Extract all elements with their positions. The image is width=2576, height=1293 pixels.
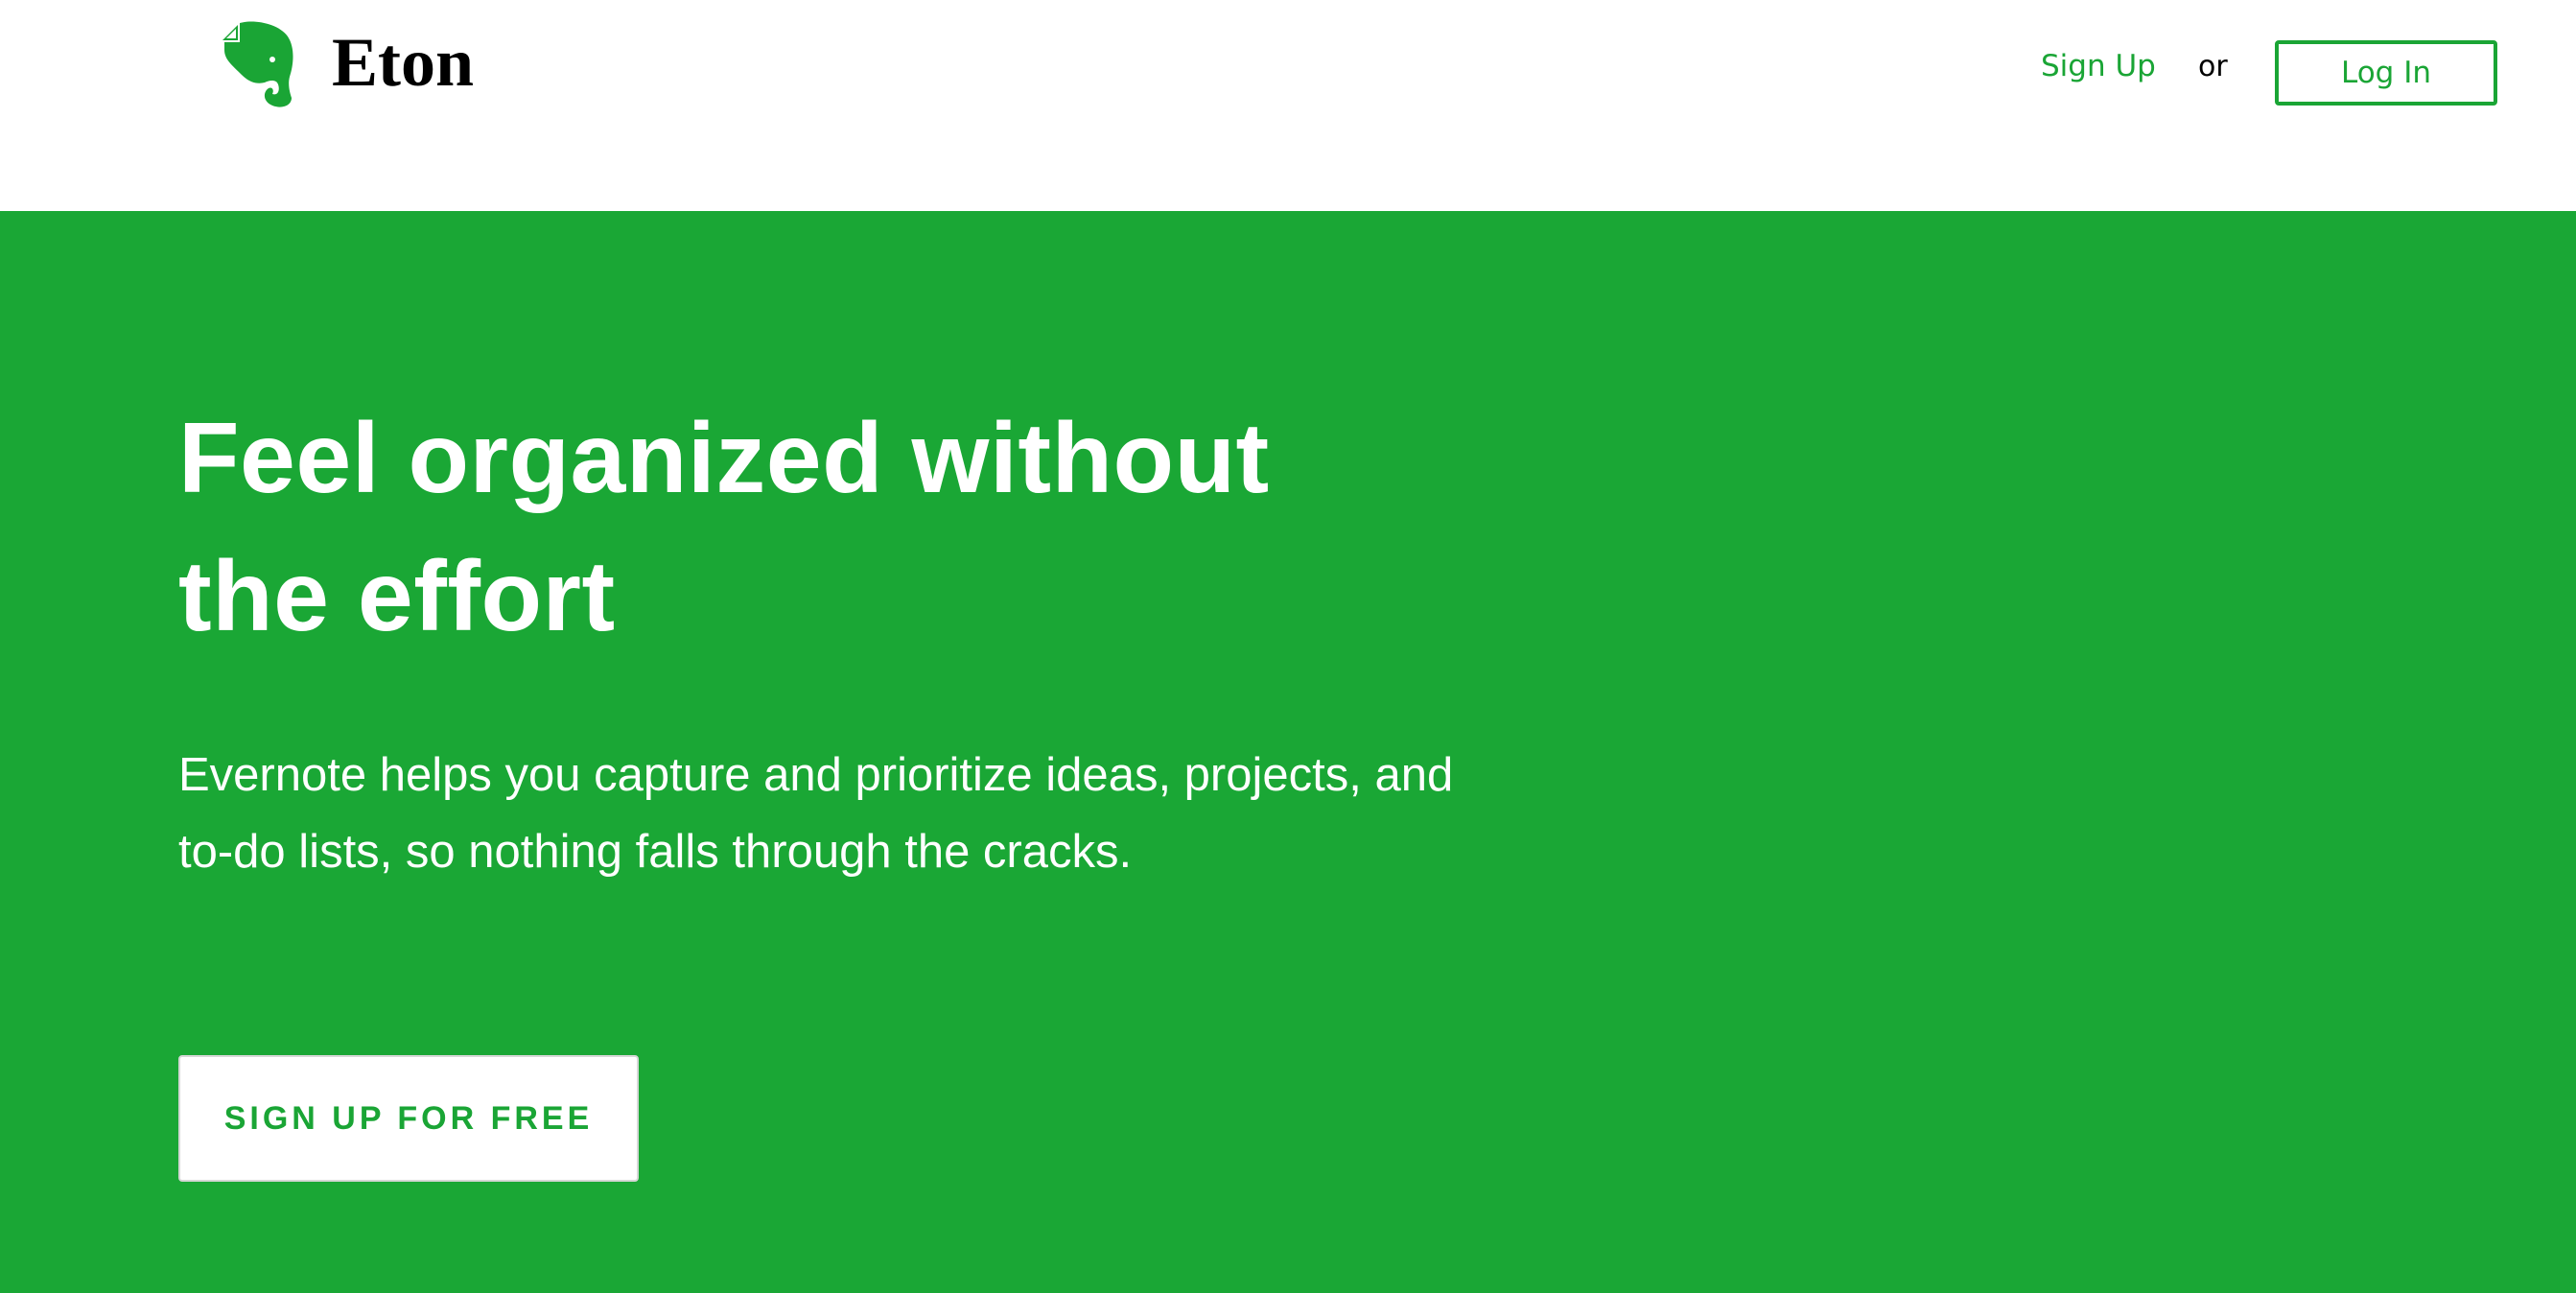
hero-subtitle-line-1: Evernote helps you capture and prioritiz… — [178, 749, 1454, 801]
site-header: Eton Sign Up or Log In — [0, 0, 2576, 211]
hero-subtitle-line-2: to-do lists, so nothing falls through th… — [178, 826, 1133, 878]
hero-title-line-1: Feel organized without — [178, 403, 1270, 514]
hero-section: Feel organized without the effort Everno… — [0, 211, 2576, 1293]
signup-free-button[interactable]: SIGN UP FOR FREE — [178, 1055, 639, 1182]
or-separator: or — [2198, 50, 2228, 83]
logo-link[interactable]: Eton — [221, 21, 474, 109]
hero-title: Feel organized without the effort — [178, 389, 1425, 666]
hero-subtitle: Evernote helps you capture and prioritiz… — [178, 737, 1521, 890]
logo-text: Eton — [332, 24, 475, 101]
elephant-icon — [222, 21, 293, 107]
login-button[interactable]: Log In — [2275, 40, 2497, 106]
signup-link[interactable]: Sign Up — [2041, 52, 2156, 82]
hero-title-line-2: the effort — [178, 541, 616, 652]
